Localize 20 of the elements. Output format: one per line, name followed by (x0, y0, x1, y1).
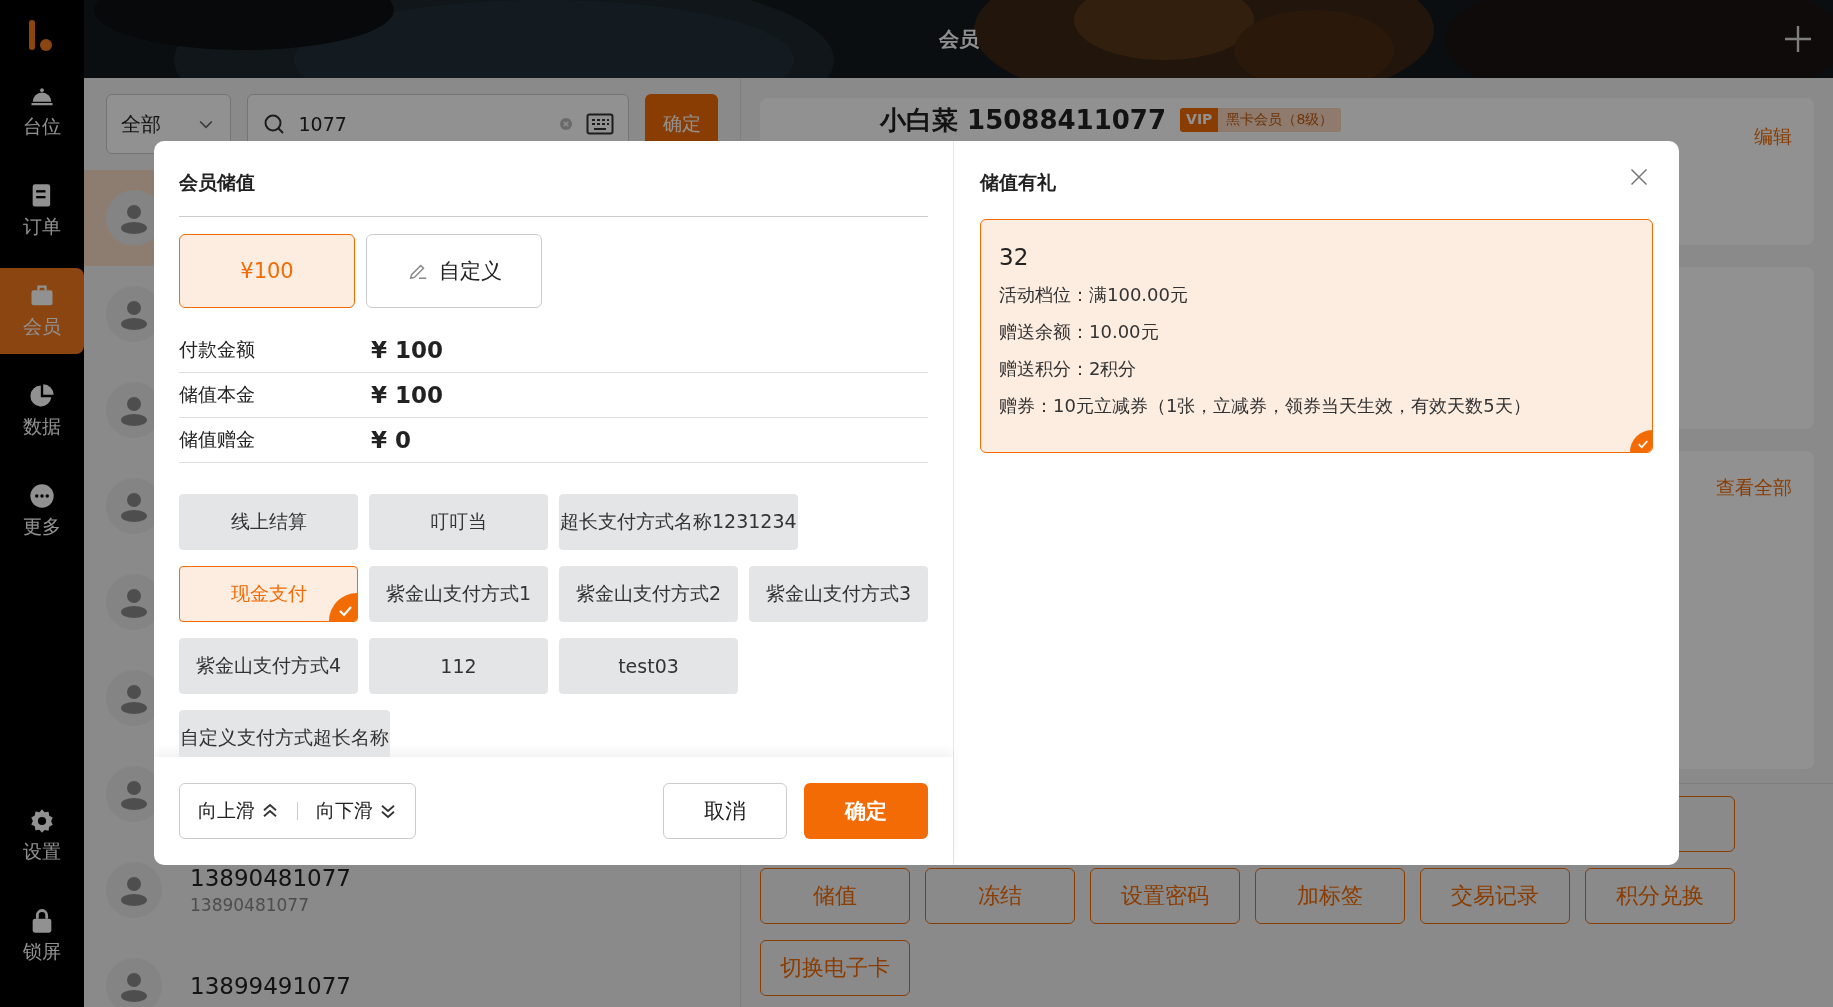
member-level: 黑卡会员（8级） (1218, 108, 1342, 132)
gift-amount: 32 (999, 244, 1030, 270)
gift-detail: 赠送积分：2积分 (999, 357, 1138, 381)
gift-detail: 活动档位：满100.00元 (999, 283, 1189, 307)
detail-value: ¥ 100 (371, 337, 444, 363)
member-name: 13899491077 (190, 973, 351, 999)
detail-value: ¥ 100 (371, 382, 444, 408)
member-phone: 13890481077 (190, 895, 310, 915)
detail-label: 储值本金 (179, 382, 256, 407)
detail-label: 储值赠金 (179, 427, 256, 452)
panel-title: 储值有礼 (980, 170, 1056, 195)
member-name: 小白菜 15088411077 (880, 104, 1167, 136)
detail-value: ¥ 0 (371, 427, 411, 453)
vip-badge: VIP (1180, 108, 1219, 132)
gift-detail: 赠送余额：10.00元 (999, 320, 1160, 344)
dialog-title: 会员储值 (179, 141, 928, 217)
member-name: 13890481077 (190, 865, 351, 891)
gift-detail: 赠券：10元立减券（1张，立减券，领券当天生效，有效天数5天） (999, 394, 1532, 418)
detail-label: 付款金额 (179, 337, 256, 362)
page-title: 会员 (938, 25, 979, 53)
